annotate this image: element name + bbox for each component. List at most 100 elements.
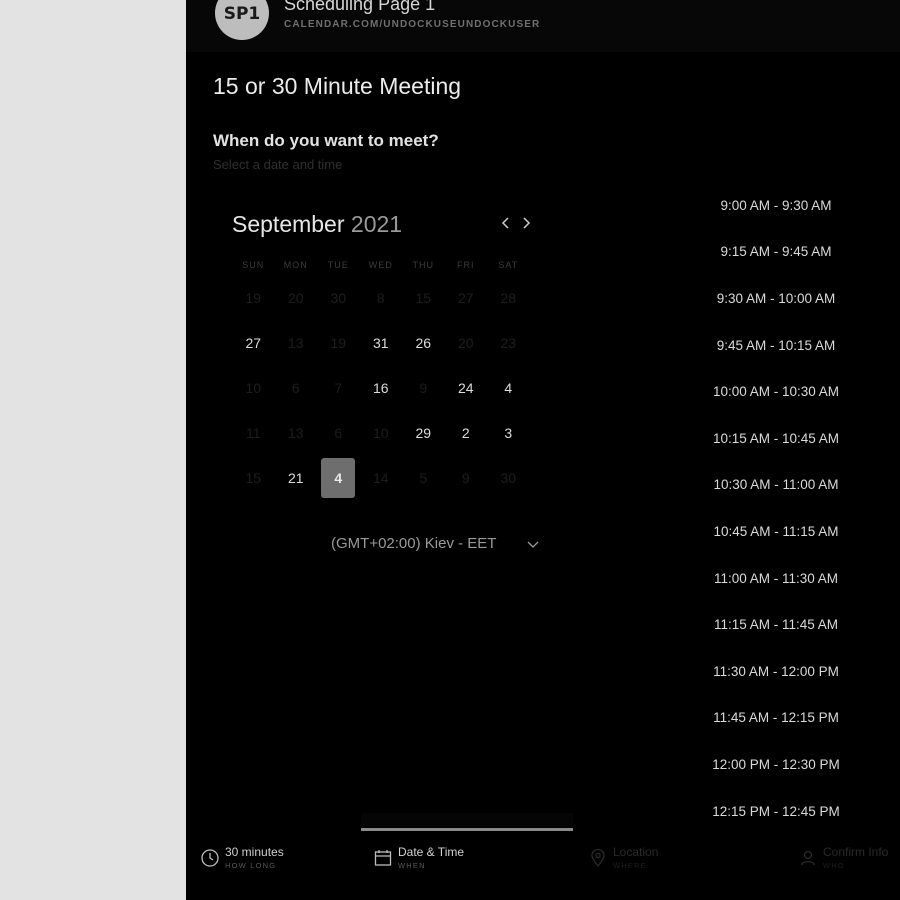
calendar-grid: SUN MON TUE WED THU FRI SAT 19 20 30 8 15 27 28 27 13 1… — [232, 254, 532, 500]
calendar-day-number: 19 — [245, 290, 262, 307]
time-slot-button[interactable]: 11:15 AM - 11:45 AM — [686, 601, 866, 648]
time-slot-button[interactable]: 9:45 AM - 10:15 AM — [686, 322, 866, 369]
calendar-day-number: 16 — [372, 379, 389, 396]
calendar-day[interactable]: 16 — [360, 366, 403, 411]
calendar-day[interactable]: 29 — [402, 410, 445, 455]
step-date-time-sub: WHEN — [398, 861, 426, 870]
calendar-day: 30 — [487, 455, 530, 500]
avatar: SP1 — [215, 0, 269, 40]
calendar-day-number: 4 — [321, 457, 356, 498]
location-pin-icon — [591, 848, 605, 867]
time-slot-button[interactable]: 10:15 AM - 10:45 AM — [686, 415, 866, 462]
time-slot-button[interactable]: 10:00 AM - 10:30 AM — [686, 368, 866, 415]
calendar-day: 14 — [360, 455, 403, 500]
scheduling-panel: SP1 Scheduling Page 1 CALENDAR.COM/UNDOC… — [186, 0, 900, 900]
calendar-day[interactable]: 4 — [487, 366, 530, 411]
calendar-day-number: 24 — [457, 379, 474, 396]
calendar-day-number: 26 — [415, 335, 432, 352]
calendar-day[interactable]: 31 — [360, 321, 403, 366]
calendar-day-number: 4 — [504, 379, 513, 396]
prev-month-button[interactable] — [499, 213, 513, 233]
time-slot-button[interactable]: 9:15 AM - 9:45 AM — [686, 229, 866, 276]
calendar-day[interactable]: 27 — [232, 321, 275, 366]
calendar-day-number: 9 — [461, 469, 470, 486]
calendar-icon — [374, 850, 392, 866]
step-location-label: Location — [613, 845, 659, 859]
calendar-day-selected[interactable]: 4 — [317, 455, 360, 500]
calendar-day: 27 — [445, 276, 488, 321]
step-location[interactable]: Location WHERE — [588, 843, 708, 887]
calendar-day-number: 13 — [287, 335, 304, 352]
calendar-day: 15 — [402, 276, 445, 321]
user-icon — [800, 850, 816, 866]
calendar-day: 20 — [445, 321, 488, 366]
calendar-day[interactable]: 24 — [445, 366, 488, 411]
calendar-day-number: 10 — [372, 424, 389, 441]
calendar-day[interactable]: 3 — [487, 410, 530, 455]
calendar-day[interactable]: 2 — [445, 410, 488, 455]
clock-icon — [201, 849, 219, 867]
calendar-day-number: 20 — [457, 335, 474, 352]
step-confirm-info[interactable]: Confirm Info WHO — [798, 843, 898, 887]
when-question: When do you want to meet? — [213, 131, 439, 150]
calendar-day: 20 — [275, 276, 318, 321]
calendar-day: 9 — [445, 455, 488, 500]
calendar-day-number: 2 — [461, 424, 470, 441]
step-bar: 30 minutes HOW LONG Date & Time WHEN Loc… — [186, 813, 900, 900]
calendar-day-number: 8 — [376, 290, 385, 307]
calendar-day-number: 21 — [287, 469, 304, 486]
step-date-time-label: Date & Time — [398, 845, 465, 859]
time-slot-button[interactable]: 10:30 AM - 11:00 AM — [686, 462, 866, 509]
time-slot-button[interactable]: 9:30 AM - 10:00 AM — [686, 275, 866, 322]
calendar-day[interactable]: 21 — [275, 455, 318, 500]
scheduling-page-url[interactable]: CALENDAR.COM/UNDOCKUSEUNDOCKUSER — [284, 19, 540, 30]
weekday-label: TUE — [327, 260, 349, 270]
calendar-week-row: 11 13 6 10 29 2 3 — [232, 410, 532, 455]
calendar-day: 9 — [402, 366, 445, 411]
chevron-down-icon[interactable] — [525, 535, 541, 553]
calendar-day: 7 — [317, 366, 360, 411]
active-step-indicator — [361, 828, 573, 831]
calendar-day: 6 — [275, 366, 318, 411]
calendar-day-number: 7 — [334, 379, 343, 396]
next-month-button[interactable] — [519, 213, 533, 233]
time-slot-button[interactable]: 12:00 PM - 12:30 PM — [686, 741, 866, 788]
chevron-left-icon — [501, 217, 509, 229]
calendar-day: 19 — [232, 276, 275, 321]
calendar-day-number: 30 — [330, 290, 347, 307]
step-bar-divider — [361, 813, 573, 827]
calendar-day: 8 — [360, 276, 403, 321]
step-location-sub: WHERE — [613, 861, 647, 870]
calendar-day[interactable]: 26 — [402, 321, 445, 366]
step-confirm-sub: WHO — [823, 861, 845, 870]
time-slot-button[interactable]: 11:45 AM - 12:15 PM — [686, 695, 866, 742]
weekday-label: SUN — [242, 260, 265, 270]
time-slot-button[interactable]: 10:45 AM - 11:15 AM — [686, 508, 866, 555]
timezone-selector[interactable]: (GMT+02:00) Kiev - EET — [331, 535, 496, 552]
weekday-label: MON — [283, 260, 308, 270]
calendar-day-number: 14 — [372, 469, 389, 486]
calendar-day-number: 15 — [245, 469, 262, 486]
calendar-day-number: 31 — [372, 335, 389, 352]
weekday-header: SUN MON TUE WED THU FRI SAT — [232, 254, 532, 276]
calendar-week-row: 19 20 30 8 15 27 28 — [232, 276, 532, 321]
time-slot-button[interactable]: 11:00 AM - 11:30 AM — [686, 555, 866, 602]
calendar-week-row: 27 13 19 31 26 20 23 — [232, 321, 532, 366]
step-duration[interactable]: 30 minutes HOW LONG — [200, 843, 340, 887]
calendar-day-number: 20 — [287, 290, 304, 307]
calendar-day: 13 — [275, 321, 318, 366]
time-slot-button[interactable]: 11:30 AM - 12:00 PM — [686, 648, 866, 695]
meeting-title: 15 or 30 Minute Meeting — [213, 73, 462, 99]
calendar-day-number: 19 — [330, 335, 347, 352]
scheduling-page-name: Scheduling Page 1 — [284, 0, 436, 14]
calendar-day-number: 27 — [457, 290, 474, 307]
calendar-day: 15 — [232, 455, 275, 500]
left-background — [0, 0, 186, 900]
calendar-day-number: 27 — [245, 335, 262, 352]
time-slot-button[interactable]: 9:00 AM - 9:30 AM — [686, 182, 866, 229]
year-label: 2021 — [350, 211, 403, 237]
step-date-time[interactable]: Date & Time WHEN — [373, 843, 513, 887]
calendar-day: 5 — [402, 455, 445, 500]
calendar-day-number: 9 — [419, 379, 428, 396]
calendar-day-number: 15 — [415, 290, 432, 307]
